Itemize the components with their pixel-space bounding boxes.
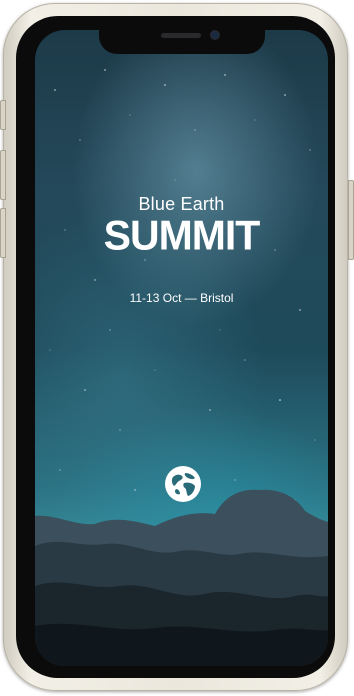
front-camera (211, 31, 219, 39)
power-button (348, 180, 354, 260)
app-screen: Blue Earth SUMMIT 11-13 Oct — Bristol (35, 30, 328, 666)
event-title-line2: SUMMIT (103, 211, 261, 259)
mountain-silhouette (35, 489, 328, 666)
volume-down-button (0, 208, 6, 258)
volume-up-button (0, 150, 6, 200)
notch (99, 30, 265, 54)
silent-switch (0, 100, 6, 130)
earpiece-speaker (161, 33, 201, 38)
event-dates: 11-13 Oct — Bristol (129, 291, 234, 305)
